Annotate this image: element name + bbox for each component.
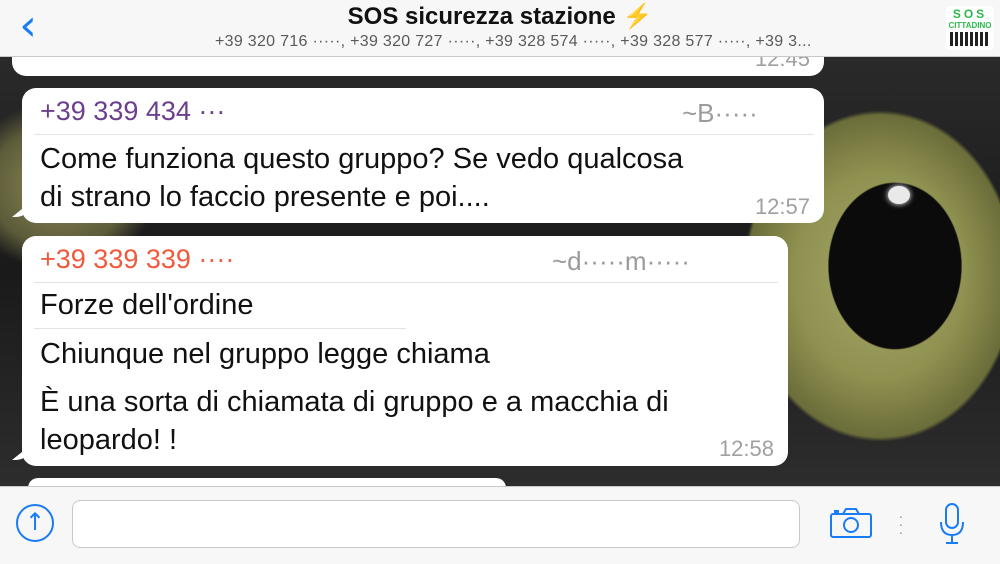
message-line: Forze dell'ordine <box>40 289 254 321</box>
message-sender-alias: ~d·····m····· <box>552 246 690 276</box>
message-bubble[interactable]: +39 339 339 ···· ~d·····m····· Forze del… <box>12 236 788 466</box>
divider <box>34 134 814 135</box>
message-line: Chiunque nel gruppo legge chiama <box>40 338 490 370</box>
chat-header: ‹ SOS sicurezza stazione ⚡ +39 320 716 ·… <box>0 0 1000 57</box>
group-title[interactable]: SOS sicurezza stazione ⚡ <box>200 2 800 31</box>
microphone-icon[interactable] <box>938 502 966 546</box>
message-time: 12:57 <box>754 194 810 219</box>
message-line: leopardo! ! <box>40 424 178 456</box>
avatar-logo-text: SOS <box>952 7 988 21</box>
divider <box>34 282 778 283</box>
message-sender[interactable]: +39 339 339 ···· <box>40 244 234 275</box>
message-input[interactable] <box>72 500 800 548</box>
message-sender-alias: ~B····· <box>682 98 758 128</box>
avatar-logo-subtext: CITTADINO <box>948 21 992 30</box>
arrow-up-circle-icon[interactable]: ↑ <box>16 504 54 542</box>
message-text: Come funziona questo gruppo? Se vedo qua… <box>40 140 683 216</box>
wallpaper-eye-glint <box>888 186 910 204</box>
message-line: di strano lo faccio presente e poi.... <box>40 181 490 213</box>
chevron-left-icon[interactable]: ‹ <box>8 4 48 48</box>
message-line: È una sorta di chiamata di gruppo e a ma… <box>40 386 669 418</box>
group-participants[interactable]: +39 320 716 ·····, +39 320 727 ·····, +3… <box>215 33 935 51</box>
message-time: 12:58 <box>718 436 774 461</box>
avatar-logo-graphic <box>950 32 990 46</box>
camera-icon[interactable] <box>830 508 872 538</box>
more-options-icon[interactable]: · · · <box>898 509 904 539</box>
message-bubble[interactable]: +39 339 434 ··· ~B····· Come funziona qu… <box>12 88 824 223</box>
message-line: Come funziona questo gruppo? Se vedo qua… <box>40 143 684 175</box>
group-avatar[interactable]: SOS CITTADINO <box>946 6 994 50</box>
message-sender[interactable]: +39 339 434 ··· <box>40 96 225 127</box>
divider <box>34 328 406 329</box>
